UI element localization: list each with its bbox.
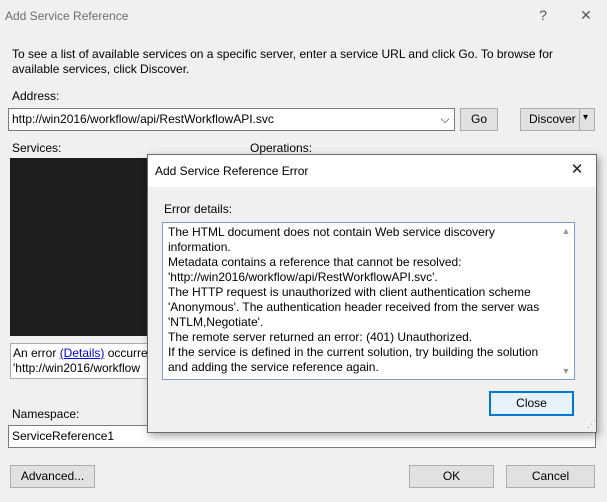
go-button[interactable]: Go bbox=[460, 108, 498, 131]
address-input[interactable]: http://win2016/workflow/api/RestWorkflow… bbox=[8, 108, 455, 131]
details-link[interactable]: (Details) bbox=[60, 346, 105, 360]
close-window-icon[interactable]: ✕ bbox=[571, 4, 601, 26]
error-close-button[interactable]: Close bbox=[489, 391, 574, 416]
help-icon[interactable]: ? bbox=[528, 4, 558, 26]
error-dialog-title: Add Service Reference Error bbox=[155, 164, 309, 178]
discover-label: Discover bbox=[529, 112, 576, 126]
ok-button[interactable]: OK bbox=[409, 465, 494, 488]
status-line2: 'http://win2016/workflow bbox=[13, 361, 141, 375]
intro-text: To see a list of available services on a… bbox=[12, 47, 553, 76]
discover-arrow-icon[interactable]: ▾ bbox=[583, 112, 588, 123]
discover-button[interactable]: Discover ▾ bbox=[520, 108, 595, 131]
error-dialog: Add Service Reference Error ✕ Error deta… bbox=[147, 154, 597, 433]
namespace-value: ServiceReference1 bbox=[12, 429, 115, 443]
error-details-label: Error details: bbox=[164, 202, 233, 216]
status-panel: An error (Details) occurred 'http://win2… bbox=[10, 343, 148, 379]
scroll-up-icon[interactable]: ▲ bbox=[561, 226, 571, 236]
error-details-text: The HTML document does not contain Web s… bbox=[168, 225, 540, 374]
error-details-textbox[interactable]: The HTML document does not contain Web s… bbox=[162, 222, 575, 380]
discover-divider bbox=[579, 109, 580, 130]
resize-grip-icon[interactable]: ⋰ bbox=[587, 419, 596, 430]
services-label: Services: bbox=[12, 141, 62, 155]
status-suffix: occurred bbox=[107, 346, 148, 360]
status-prefix: An error bbox=[13, 346, 60, 360]
scroll-down-icon[interactable]: ▼ bbox=[561, 366, 571, 376]
address-label: Address: bbox=[12, 89, 60, 103]
cancel-button[interactable]: Cancel bbox=[506, 465, 595, 488]
error-dialog-titlebar: Add Service Reference Error ✕ bbox=[148, 155, 596, 187]
services-tree[interactable] bbox=[10, 158, 148, 336]
error-dialog-close-icon[interactable]: ✕ bbox=[566, 159, 588, 181]
advanced-button[interactable]: Advanced... bbox=[10, 465, 95, 488]
namespace-label: Namespace: bbox=[12, 407, 80, 421]
window-title: Add Service Reference bbox=[5, 9, 129, 23]
address-dropdown-icon[interactable]: ⌵ bbox=[437, 110, 453, 129]
address-value: http://win2016/workflow/api/RestWorkflow… bbox=[12, 112, 274, 126]
operations-label: Operations: bbox=[250, 141, 313, 155]
